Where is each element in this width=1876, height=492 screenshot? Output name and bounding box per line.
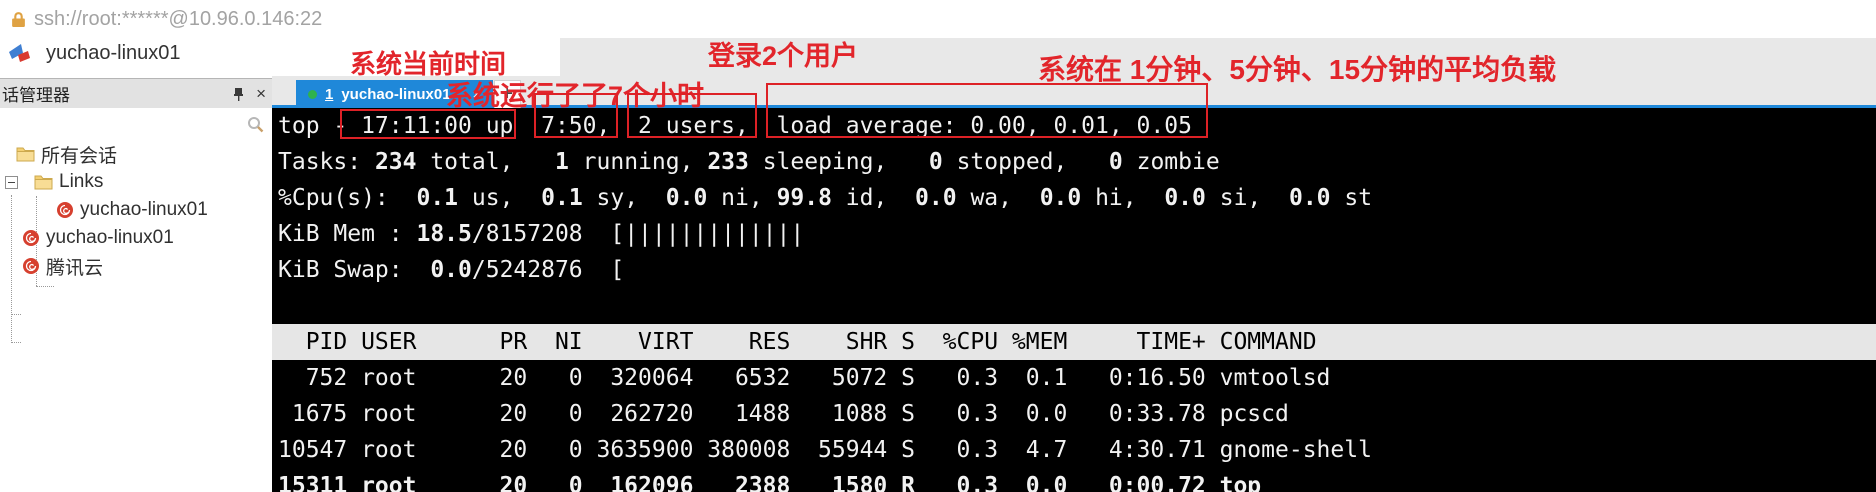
tree-item-label: yuchao-linux01 — [46, 227, 174, 249]
process-rows: 752 root 20 0 320064 6532 5072 S 0.3 0.1… — [272, 360, 1876, 492]
tree-connector — [11, 314, 21, 315]
terminal-line: Tasks: 234 total, 1 running, 233 sleepin… — [272, 144, 1876, 180]
annotation-users: 登录2个用户 — [708, 34, 858, 73]
terminal-line: KiB Mem : 18.5/8157208 [||||||||||||| — [272, 216, 1876, 252]
xshell-session-icon — [8, 43, 32, 65]
session-manager-header: 话管理器 × — [0, 78, 272, 108]
annotation-box-load-average — [766, 83, 1208, 138]
annotation-box-users — [627, 93, 757, 138]
panel-close-icon[interactable]: × — [256, 85, 266, 102]
tree-item-session-yuchao-linux01[interactable]: yuchao-linux01 — [56, 196, 208, 224]
session-icon — [22, 229, 40, 247]
tree-item-session-tencent-cloud[interactable]: 腾讯云 — [22, 252, 103, 280]
tree-connector — [11, 195, 12, 343]
process-row: 10547 root 20 0 3635900 380008 55944 S 0… — [272, 432, 1876, 468]
collapse-expander-icon[interactable] — [5, 176, 18, 189]
session-manager-panel: 话管理器 × 所有会话 — [0, 76, 272, 492]
pin-icon[interactable] — [231, 86, 246, 102]
annotation-load-average: 系统在 1分钟、5分钟、15分钟的平均负载 — [1038, 48, 1556, 88]
tree-item-label: 所有会话 — [41, 141, 117, 168]
tree-item-all-sessions[interactable]: 所有会话 — [16, 140, 117, 168]
process-table-header: PID USER PR NI VIRT RES SHR S %CPU %MEM … — [272, 324, 1876, 360]
tree-item-label: 腾讯云 — [46, 253, 103, 280]
tab-title: yuchao-linux01 — [341, 86, 450, 103]
tree-item-links[interactable]: Links — [5, 168, 103, 196]
folder-icon — [16, 146, 35, 162]
tab-number: 1 — [325, 86, 333, 103]
process-row: 15311 root 20 0 162096 2388 1580 R 0.3 0… — [272, 468, 1876, 492]
tree-item-label: yuchao-linux01 — [80, 199, 208, 221]
connected-status-dot — [308, 90, 317, 99]
tree-connector — [11, 342, 21, 343]
session-search-row[interactable] — [0, 108, 272, 140]
terminal-line: %Cpu(s): 0.1 us, 0.1 sy, 0.0 ni, 99.8 id… — [272, 180, 1876, 216]
address-text: ssh://root:******@10.96.0.146:22 — [34, 8, 322, 31]
tree-item-label: Links — [59, 171, 103, 193]
session-icon — [22, 257, 40, 275]
annotation-box-time — [340, 109, 516, 139]
process-row: 1675 root 20 0 262720 1488 1088 S 0.3 0.… — [272, 396, 1876, 432]
process-row: 752 root 20 0 320064 6532 5072 S 0.3 0.1… — [272, 360, 1876, 396]
annotation-box-uptime — [534, 93, 618, 138]
terminal-summary: top - 17:11:00 up 7:50, 2 users, load av… — [272, 108, 1876, 324]
terminal-line: KiB Swap: 0.0/5242876 [ — [272, 252, 1876, 288]
session-icon — [56, 201, 74, 219]
lock-icon — [10, 11, 27, 28]
terminal-line — [272, 288, 1876, 324]
folder-icon — [34, 174, 53, 190]
search-icon[interactable] — [247, 116, 264, 133]
tree-connector — [36, 286, 54, 287]
toolbar-session-item[interactable]: yuchao-linux01 — [8, 42, 181, 65]
terminal-screen[interactable]: top - 17:11:00 up 7:50, 2 users, load av… — [272, 108, 1876, 492]
titlebar: ssh://root:******@10.96.0.146:22 — [0, 0, 1876, 38]
toolbar-session-label: yuchao-linux01 — [46, 42, 181, 65]
tree-item-session-yuchao-linux01-2[interactable]: yuchao-linux01 — [22, 224, 174, 252]
panel-title: 话管理器 — [2, 81, 70, 106]
app-window: ssh://root:******@10.96.0.146:22 yuchao-… — [0, 0, 1876, 492]
